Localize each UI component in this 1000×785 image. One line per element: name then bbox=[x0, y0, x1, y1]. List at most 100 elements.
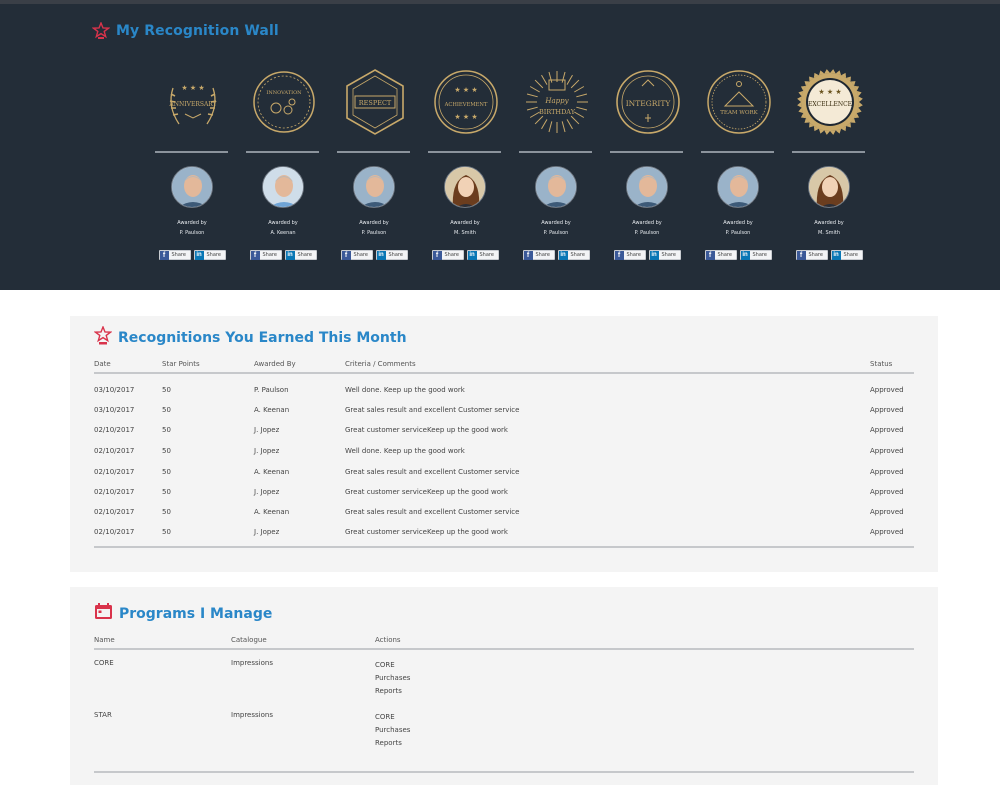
svg-text:★ ★ ★: ★ ★ ★ bbox=[818, 88, 841, 96]
cell-comment: Great customer serviceKeep up the good w… bbox=[345, 488, 508, 496]
birthday-sunburst-badge-icon[interactable]: Happy BIRTHDAY bbox=[523, 68, 591, 136]
linkedin-share-label: Share bbox=[206, 252, 221, 258]
program-action-link[interactable]: CORE bbox=[375, 711, 410, 724]
facebook-share-label: Share bbox=[626, 252, 641, 258]
badge-divider bbox=[337, 151, 410, 153]
cell-status: Approved bbox=[870, 488, 904, 496]
avatar bbox=[626, 166, 668, 208]
integrity-seal-badge-icon[interactable]: INTEGRITY bbox=[614, 68, 682, 136]
teamwork-emblem-badge-icon[interactable]: TEAM WORK bbox=[705, 68, 773, 136]
share-buttons: f Share in Share bbox=[610, 250, 684, 260]
linkedin-icon: in bbox=[194, 250, 204, 260]
respect-hexagon-badge-icon[interactable]: RESPECT bbox=[341, 68, 409, 136]
facebook-share-button[interactable]: f Share bbox=[613, 250, 646, 260]
linkedin-icon: in bbox=[831, 250, 841, 260]
svg-text:★ ★ ★: ★ ★ ★ bbox=[181, 84, 204, 92]
avatar bbox=[444, 166, 486, 208]
cell-status: Approved bbox=[870, 468, 904, 476]
svg-text:ACHIEVEMENT: ACHIEVEMENT bbox=[444, 102, 488, 108]
facebook-share-button[interactable]: f Share bbox=[522, 250, 555, 260]
linkedin-share-button[interactable]: in Share bbox=[830, 250, 863, 260]
program-action-link[interactable]: Purchases bbox=[375, 724, 410, 737]
innovation-gear-badge-icon[interactable]: INNOVATION bbox=[250, 68, 318, 136]
share-buttons: f Share in Share bbox=[155, 250, 229, 260]
cell-awarded-by: J. Jopez bbox=[254, 528, 280, 536]
badge-divider bbox=[428, 151, 501, 153]
cell-star-points: 50 bbox=[162, 426, 171, 434]
linkedin-share-button[interactable]: in Share bbox=[193, 250, 226, 260]
linkedin-share-label: Share bbox=[297, 252, 312, 258]
col-awarded-by: Awarded By bbox=[254, 360, 296, 368]
cell-comment: Well done. Keep up the good work bbox=[345, 386, 465, 394]
linkedin-share-button[interactable]: in Share bbox=[284, 250, 317, 260]
earned-panel-header: Recognitions You Earned This Month bbox=[93, 325, 407, 350]
awarded-by-label: Awarded by bbox=[268, 220, 298, 226]
table-divider bbox=[94, 771, 914, 773]
cell-catalogue: Impressions bbox=[231, 711, 273, 719]
col-status: Status bbox=[870, 360, 893, 368]
cell-status: Approved bbox=[870, 447, 904, 455]
share-buttons: f Share in Share bbox=[701, 250, 775, 260]
table-row: 02/10/2017 50 J. Jopez Great customer se… bbox=[94, 482, 914, 502]
cell-program-name: CORE bbox=[94, 659, 114, 667]
excellence-gold-seal-badge-icon[interactable]: ★ ★ ★ EXCELLENCE bbox=[796, 68, 864, 136]
share-buttons: f Share in Share bbox=[519, 250, 593, 260]
table-row: 02/10/2017 50 A. Keenan Great sales resu… bbox=[94, 462, 914, 482]
facebook-share-button[interactable]: f Share bbox=[704, 250, 737, 260]
cell-awarded-by: A. Keenan bbox=[254, 406, 290, 414]
linkedin-share-button[interactable]: in Share bbox=[648, 250, 681, 260]
facebook-share-button[interactable]: f Share bbox=[431, 250, 464, 260]
facebook-icon: f bbox=[250, 250, 260, 260]
col-catalogue: Catalogue bbox=[231, 636, 267, 644]
program-action-link[interactable]: Reports bbox=[375, 685, 410, 698]
facebook-share-button[interactable]: f Share bbox=[795, 250, 828, 260]
linkedin-share-button[interactable]: in Share bbox=[557, 250, 590, 260]
recognition-wall: My Recognition Wall ★ ★ ★ ANNIVERSARY Awa… bbox=[0, 0, 1000, 290]
linkedin-share-button[interactable]: in Share bbox=[739, 250, 772, 260]
facebook-share-button[interactable]: f Share bbox=[158, 250, 191, 260]
cell-comment: Great sales result and excellent Custome… bbox=[345, 468, 520, 476]
cell-comment: Well done. Keep up the good work bbox=[345, 447, 465, 455]
awarded-by-name: P. Paulson bbox=[361, 230, 387, 236]
awarded-by-label: Awarded by bbox=[450, 220, 480, 226]
facebook-icon: f bbox=[432, 250, 442, 260]
program-actions: CORE Purchases Reports bbox=[375, 711, 410, 750]
facebook-share-button[interactable]: f Share bbox=[340, 250, 373, 260]
svg-text:★ ★ ★: ★ ★ ★ bbox=[454, 113, 477, 121]
table-row: 02/10/2017 50 J. Jopez Great customer se… bbox=[94, 522, 914, 542]
awarded-by-label: Awarded by bbox=[359, 220, 389, 226]
linkedin-share-button[interactable]: in Share bbox=[375, 250, 408, 260]
program-action-link[interactable]: CORE bbox=[375, 659, 410, 672]
cell-star-points: 50 bbox=[162, 447, 171, 455]
cell-catalogue: Impressions bbox=[231, 659, 273, 667]
avatar bbox=[808, 166, 850, 208]
badge-divider bbox=[519, 151, 592, 153]
col-star-points: Star Points bbox=[162, 360, 200, 368]
linkedin-share-label: Share bbox=[570, 252, 585, 258]
linkedin-icon: in bbox=[740, 250, 750, 260]
program-action-link[interactable]: Purchases bbox=[375, 672, 410, 685]
table-row: 02/10/2017 50 J. Jopez Well done. Keep u… bbox=[94, 441, 914, 461]
cell-comment: Great sales result and excellent Custome… bbox=[345, 406, 520, 414]
cell-program-name: STAR bbox=[94, 711, 112, 719]
achievement-stars-badge-icon[interactable]: ★ ★ ★ ACHIEVEMENT ★ ★ ★ bbox=[432, 68, 500, 136]
cell-date: 02/10/2017 bbox=[94, 488, 135, 496]
badge-divider bbox=[246, 151, 319, 153]
facebook-share-label: Share bbox=[262, 252, 277, 258]
cell-date: 02/10/2017 bbox=[94, 426, 135, 434]
svg-text:BIRTHDAY: BIRTHDAY bbox=[539, 108, 576, 116]
program-action-link[interactable]: Reports bbox=[375, 737, 410, 750]
cell-star-points: 50 bbox=[162, 528, 171, 536]
avatar bbox=[171, 166, 213, 208]
facebook-share-button[interactable]: f Share bbox=[249, 250, 282, 260]
facebook-icon: f bbox=[523, 250, 533, 260]
earned-table-header: Date Star Points Awarded By Criteria / C… bbox=[94, 358, 914, 372]
cell-comment: Great sales result and excellent Custome… bbox=[345, 508, 520, 516]
table-row: STAR Impressions CORE Purchases Reports bbox=[94, 706, 914, 758]
anniversary-laurel-badge-icon[interactable]: ★ ★ ★ ANNIVERSARY bbox=[159, 68, 227, 136]
awarded-by-label: Awarded by bbox=[541, 220, 571, 226]
linkedin-share-button[interactable]: in Share bbox=[466, 250, 499, 260]
avatar bbox=[717, 166, 759, 208]
linkedin-icon: in bbox=[467, 250, 477, 260]
table-row: 02/10/2017 50 J. Jopez Great customer se… bbox=[94, 420, 914, 440]
